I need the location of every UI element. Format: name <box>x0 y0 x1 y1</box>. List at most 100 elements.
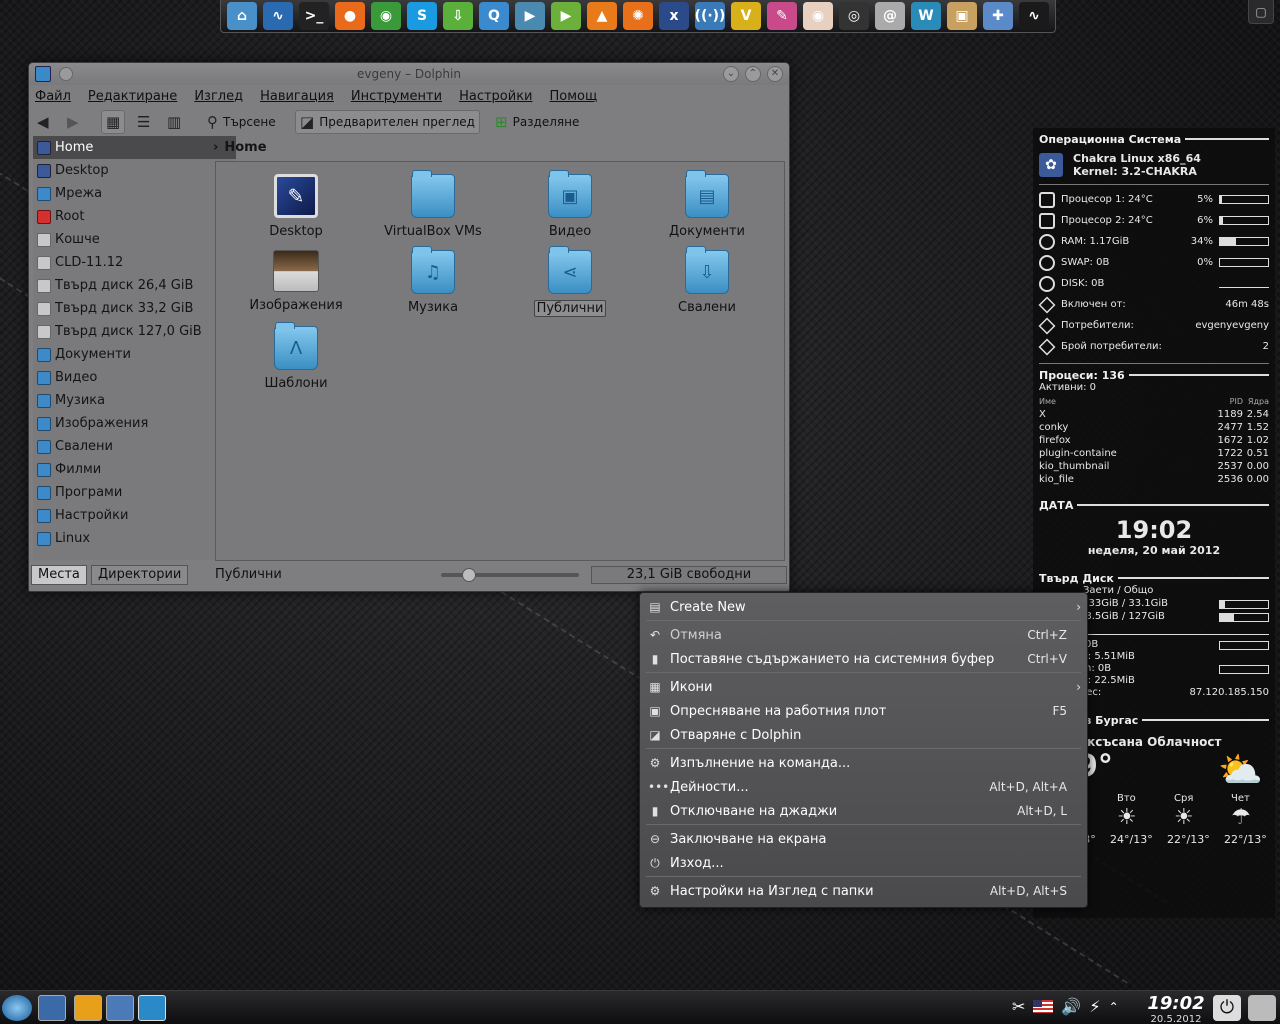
place-item[interactable]: Документи <box>33 343 236 366</box>
context-menu-item[interactable]: ▮ Поставяне съдържанието на системния буф… <box>640 647 1087 671</box>
place-item[interactable]: Филми <box>33 458 236 481</box>
activity-monitor-icon[interactable]: ∿ <box>1019 2 1049 30</box>
place-item[interactable]: Музика <box>33 389 236 412</box>
menu-item[interactable]: Навигация <box>260 89 334 104</box>
place-item[interactable]: Свалени <box>33 435 236 458</box>
xbmc-icon[interactable]: x <box>659 2 689 30</box>
title-bar[interactable]: evgeny – Dolphin ⌄ ⌃ ✕ <box>29 63 789 85</box>
scissors-icon[interactable]: ✂ <box>1012 997 1025 1016</box>
context-menu-item[interactable]: ⚙ Изпълнение на команда... <box>640 751 1087 775</box>
paint-icon[interactable]: ✎ <box>767 2 797 30</box>
show-hidden-tray-icon[interactable]: ⌃ <box>1109 1000 1119 1014</box>
file-item[interactable]: ♫ Музика <box>373 246 493 315</box>
file-item[interactable]: Λ Шаблони <box>236 322 356 391</box>
video-player-icon[interactable]: ▶ <box>515 2 545 30</box>
network-icon[interactable]: ((·)) <box>695 2 725 30</box>
vlc-icon[interactable]: ▲ <box>587 2 617 30</box>
place-item[interactable]: Твърд диск 33,2 GiB <box>33 297 236 320</box>
tools-icon[interactable]: ✚ <box>983 2 1013 30</box>
taskbar-tools-icon[interactable] <box>106 995 134 1021</box>
place-item[interactable]: Твърд диск 127,0 GiB <box>33 320 236 343</box>
split-button[interactable]: ⊞ Разделяне <box>491 110 583 134</box>
place-item[interactable]: Кошче <box>33 228 236 251</box>
menu-item[interactable]: Инструменти <box>351 89 442 104</box>
columns-view-button[interactable]: ▥ <box>163 110 185 134</box>
free-space-bar[interactable]: 23,1 GiB свободни <box>591 566 787 584</box>
context-menu-item[interactable]: ▤ Create New › <box>640 595 1087 619</box>
place-item[interactable]: Мрежа <box>33 182 236 205</box>
camera-icon[interactable]: ◎ <box>839 2 869 30</box>
icons-view-button[interactable]: ▦ <box>101 110 126 134</box>
context-menu-item[interactable]: ⊖ Заключване на екрана <box>640 827 1087 851</box>
context-menu-item[interactable]: ◪ Отваряне с Dolphin <box>640 723 1087 747</box>
file-view[interactable]: ✎ Desktop VirtualBox VMs ▣ Видео ▤ Документи Из… <box>215 161 785 561</box>
context-menu-item[interactable]: ••• Дейности... Alt+D, Alt+A <box>640 775 1087 799</box>
place-item[interactable]: Програми <box>33 481 236 504</box>
firefox-icon[interactable]: ● <box>335 2 365 30</box>
skype-icon[interactable]: S <box>407 2 437 30</box>
place-item[interactable]: CLD-11.12 <box>33 251 236 274</box>
system-monitor-icon[interactable]: ∿ <box>263 2 293 30</box>
power-icon[interactable]: ⏻ <box>1213 995 1241 1021</box>
chrome-icon[interactable]: ◉ <box>371 2 401 30</box>
file-item[interactable]: ✎ Desktop <box>236 174 356 239</box>
file-item[interactable]: ⋖ Публични <box>510 246 630 317</box>
file-item[interactable]: VirtualBox VMs <box>373 170 493 239</box>
place-item[interactable]: Home <box>33 136 236 159</box>
burner-icon[interactable]: ✺ <box>623 2 653 30</box>
search-button[interactable]: ⚲ Търсене <box>203 110 280 134</box>
taskbar-media-icon[interactable] <box>74 995 102 1021</box>
menu-item[interactable]: Настройки <box>459 89 532 104</box>
context-menu-item[interactable]: ▦ Икони › <box>640 675 1087 699</box>
network-manager-icon[interactable]: ⚡ <box>1089 997 1100 1016</box>
waveform-icon[interactable]: W <box>911 2 941 30</box>
qbittorrent-icon[interactable]: Q <box>479 2 509 30</box>
breadcrumb-home[interactable]: Home <box>224 140 266 155</box>
forward-button[interactable]: ▶ <box>63 110 83 134</box>
taskbar-clock[interactable]: 19:02 20.5.2012 <box>1146 993 1206 1024</box>
close-button[interactable]: ✕ <box>767 66 783 82</box>
trash-icon[interactable] <box>1248 995 1276 1021</box>
context-menu-item[interactable]: ⏻ Изход... <box>640 851 1087 875</box>
zoom-slider-handle[interactable] <box>461 568 476 582</box>
place-item[interactable]: Твърд диск 26,4 GiB <box>33 274 236 297</box>
details-view-button[interactable]: ☰ <box>133 110 154 134</box>
tab-places[interactable]: Места <box>31 565 87 585</box>
file-item[interactable]: ▤ Документи <box>647 170 767 239</box>
maximize-button[interactable]: ⌃ <box>745 66 761 82</box>
tab-directories[interactable]: Директории <box>91 565 189 585</box>
preview-button[interactable]: ◪ Предварителен преглед <box>295 110 480 134</box>
media-center-icon[interactable]: V <box>731 2 761 30</box>
menu-item[interactable]: Редактиране <box>88 89 177 104</box>
taskbar-desktop-icon[interactable] <box>38 995 66 1021</box>
place-item[interactable]: Root <box>33 205 236 228</box>
download-icon[interactable]: ⇩ <box>443 2 473 30</box>
back-button[interactable]: ◀ <box>33 110 53 134</box>
us-flag-icon[interactable] <box>1033 1000 1054 1013</box>
file-item[interactable]: ⇩ Свалени <box>647 246 767 315</box>
place-item[interactable]: Видео <box>33 366 236 389</box>
context-menu-item[interactable]: ▮ Отключване на джаджи Alt+D, L <box>640 799 1087 823</box>
home-icon[interactable]: ⌂ <box>227 2 257 30</box>
breadcrumb[interactable]: › Home <box>213 136 267 158</box>
kickoff-launcher-icon[interactable] <box>2 995 32 1021</box>
corner-menu-icon[interactable]: ▢ <box>1248 0 1274 24</box>
place-item[interactable]: Linux <box>33 527 236 550</box>
swirl-icon[interactable]: @ <box>875 2 905 30</box>
place-item[interactable]: Настройки <box>33 504 236 527</box>
file-item[interactable]: Изображения <box>236 250 356 313</box>
video-editor-icon[interactable]: ▶ <box>551 2 581 30</box>
menu-item[interactable]: Помощ <box>550 89 598 104</box>
terminal-icon[interactable]: >_ <box>299 2 329 30</box>
menu-item[interactable]: Файл <box>35 89 71 104</box>
minimize-button[interactable]: ⌄ <box>723 66 739 82</box>
context-menu-item[interactable]: ↶ Отмяна Ctrl+Z <box>640 623 1087 647</box>
context-menu-item[interactable]: ▣ Опресняване на работния плот F5 <box>640 699 1087 723</box>
context-menu-item[interactable]: ⚙ Настройки на Изглед с папки Alt+D, Alt+S <box>640 879 1087 903</box>
place-item[interactable]: Desktop <box>33 159 236 182</box>
zoom-slider[interactable] <box>441 568 579 582</box>
volume-icon[interactable]: 🔊 <box>1061 997 1081 1016</box>
file-item[interactable]: ▣ Видео <box>510 170 630 239</box>
menu-item[interactable]: Изглед <box>194 89 243 104</box>
taskbar-dolphin-icon[interactable] <box>138 995 166 1021</box>
